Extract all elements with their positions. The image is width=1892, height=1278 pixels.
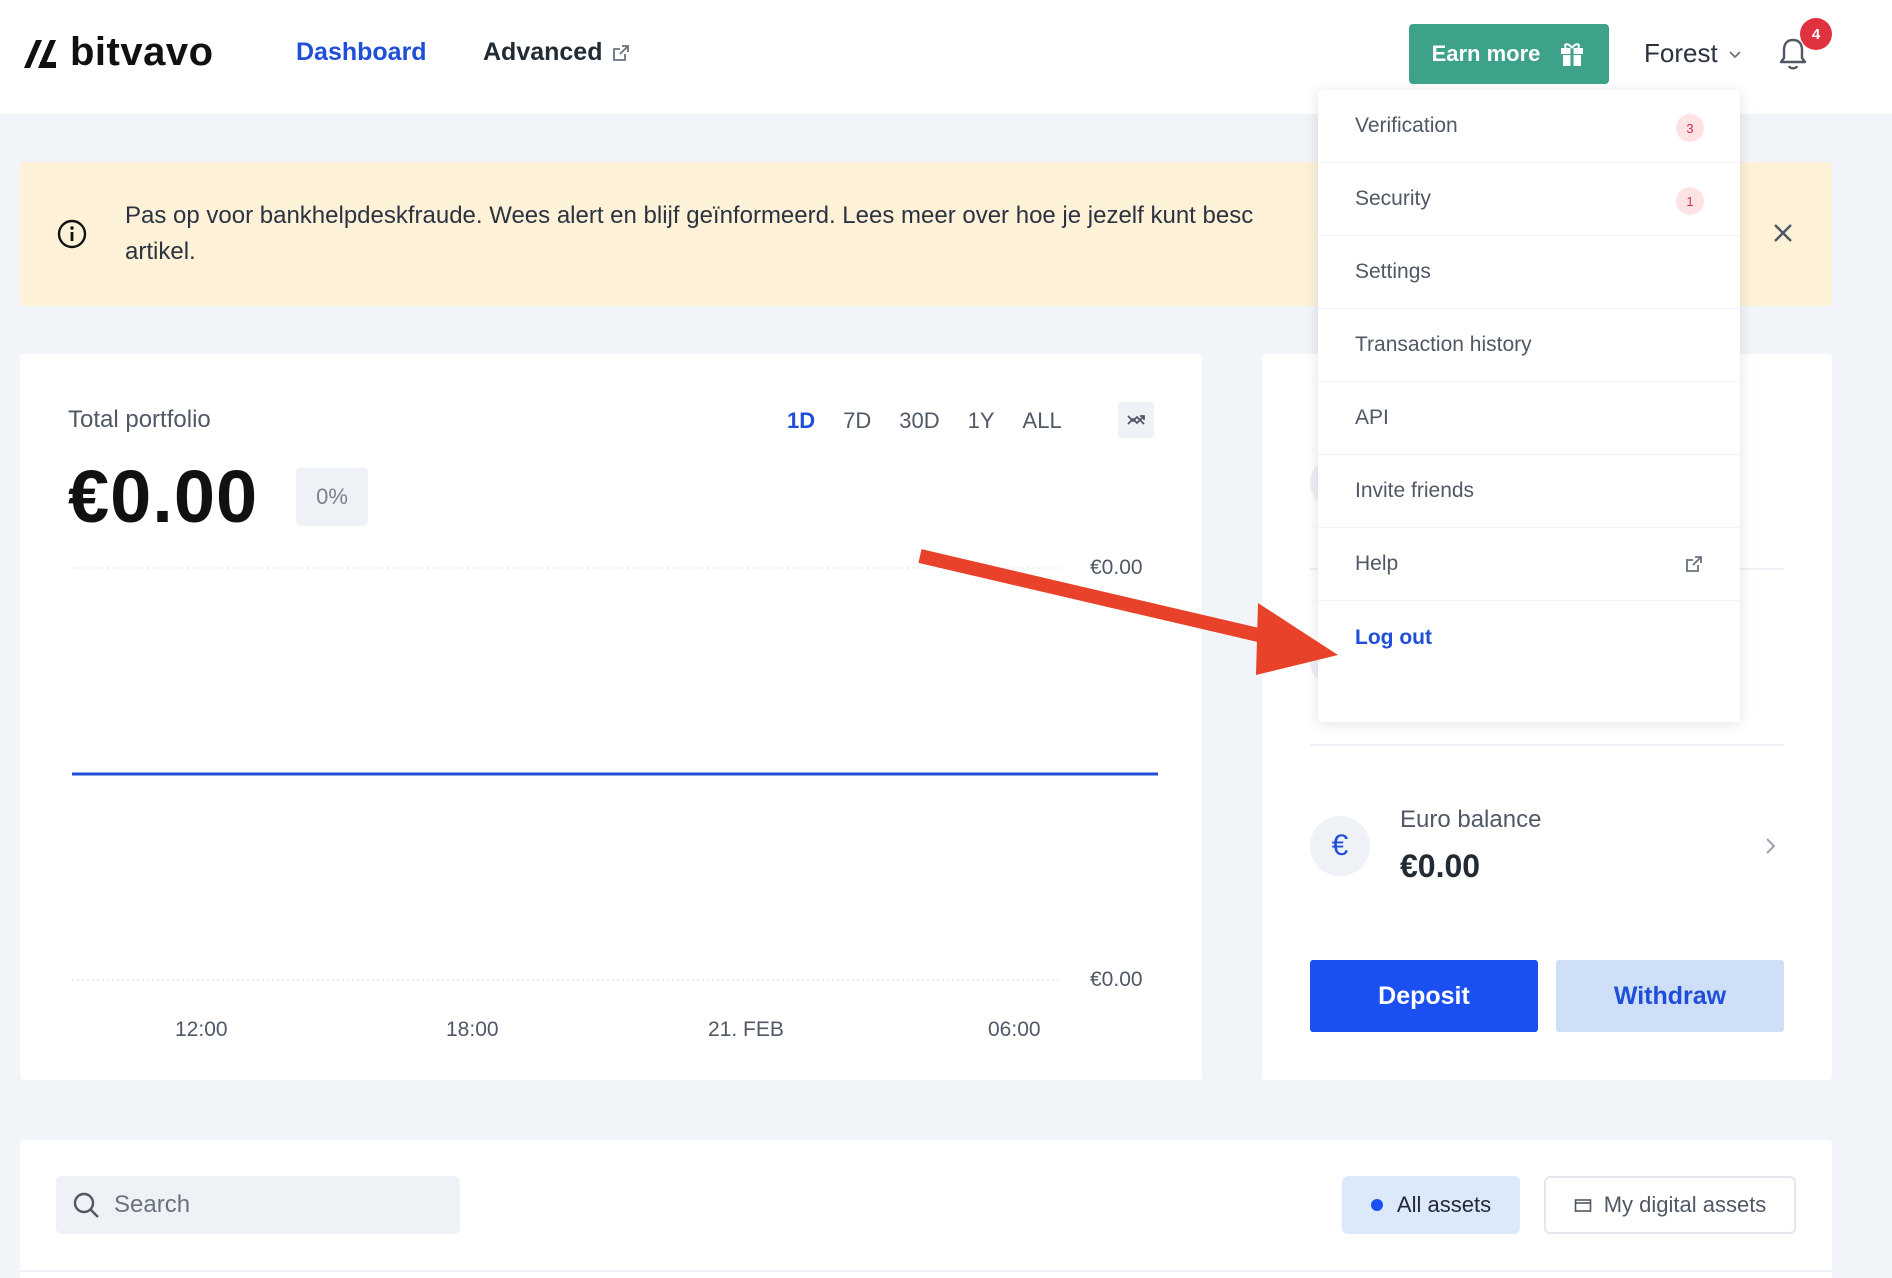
- banner-line-1: Pas op voor bankhelpdeskfraude. Wees ale…: [125, 202, 1254, 229]
- euro-icon: €: [1310, 816, 1370, 876]
- menu-item-label: Settings: [1355, 260, 1431, 283]
- chevron-right-icon[interactable]: [1764, 834, 1778, 858]
- chart-x-tick: 06:00: [988, 1018, 1041, 1041]
- menu-item-label: Security: [1355, 187, 1431, 210]
- chart-x-tick: 18:00: [446, 1018, 499, 1041]
- assets-divider: [20, 1270, 1832, 1272]
- menu-item-label: Invite friends: [1355, 479, 1475, 502]
- user-name: Forest: [1644, 38, 1718, 68]
- user-dropdown-menu: Verification 3 Security 1 Settings Trans…: [1318, 90, 1740, 722]
- notification-count-badge: 4: [1800, 18, 1832, 50]
- close-icon[interactable]: [1768, 218, 1798, 248]
- bitvavo-logo[interactable]: bitvavo: [22, 30, 214, 75]
- chart-y-tick-top: €0.00: [1090, 556, 1143, 579]
- balance-divider: [1310, 744, 1784, 746]
- earn-more-label: Earn more: [1431, 41, 1541, 66]
- search-placeholder: Search: [114, 1191, 191, 1218]
- withdraw-button[interactable]: Withdraw: [1556, 960, 1784, 1032]
- nav-advanced[interactable]: Advanced: [483, 38, 630, 67]
- menu-item-label: Verification: [1355, 114, 1458, 137]
- gift-icon: [1561, 43, 1584, 66]
- search-icon: [73, 1192, 99, 1218]
- banner-message: Pas op voor bankhelpdeskfraude. Wees ale…: [125, 198, 1365, 270]
- menu-item-security[interactable]: Security 1: [1318, 163, 1740, 236]
- portfolio-chart: [72, 567, 1158, 981]
- nav-advanced-label: Advanced: [483, 38, 603, 66]
- bitvavo-logo-icon: [24, 39, 56, 68]
- search-input[interactable]: Search: [56, 1176, 460, 1234]
- chart-y-tick-bottom: €0.00: [1090, 968, 1143, 991]
- assets-card: Search All assets My digital assets: [20, 1140, 1832, 1278]
- filter-all-label: All assets: [1396, 1192, 1492, 1217]
- menu-item-log-out[interactable]: Log out: [1318, 601, 1740, 674]
- info-icon: [57, 219, 87, 249]
- deposit-button[interactable]: Deposit: [1310, 960, 1538, 1032]
- menu-item-verification[interactable]: Verification 3: [1318, 90, 1740, 163]
- menu-item-label: API: [1355, 406, 1389, 429]
- filter-mine-label: My digital assets: [1603, 1192, 1767, 1217]
- menu-item-invite-friends[interactable]: Invite friends: [1318, 455, 1740, 528]
- logo-text: bitvavo: [70, 30, 214, 74]
- user-menu-toggle[interactable]: Forest: [1644, 38, 1742, 69]
- menu-item-help[interactable]: Help: [1318, 528, 1740, 601]
- active-dot-icon: [1370, 1199, 1383, 1211]
- security-count-badge: 1: [1676, 187, 1704, 215]
- chevron-down-icon: [1729, 50, 1741, 58]
- earn-more-button[interactable]: Earn more: [1409, 24, 1609, 84]
- filter-all-assets[interactable]: All assets: [1342, 1176, 1520, 1234]
- chart-x-tick: 12:00: [175, 1018, 228, 1041]
- external-link-icon: [1686, 556, 1702, 572]
- menu-item-label: Help: [1355, 552, 1399, 575]
- chart-x-tick: 21. FEB: [708, 1018, 784, 1041]
- menu-item-label: Log out: [1355, 625, 1432, 649]
- portfolio-card: Total portfolio €0.00 0% 1D 7D 30D 1Y AL…: [20, 354, 1202, 1080]
- menu-item-api[interactable]: API: [1318, 382, 1740, 455]
- external-link-icon: [613, 44, 630, 61]
- euro-balance-value: €0.00: [1400, 848, 1481, 884]
- banner-line-2[interactable]: artikel.: [125, 234, 1365, 270]
- verification-count-badge: 3: [1676, 114, 1704, 142]
- nav-dashboard[interactable]: Dashboard: [296, 38, 427, 67]
- wallet-icon: [1574, 1199, 1591, 1212]
- filter-my-digital-assets[interactable]: My digital assets: [1544, 1176, 1796, 1234]
- menu-item-settings[interactable]: Settings: [1318, 236, 1740, 309]
- menu-item-transaction-history[interactable]: Transaction history: [1318, 309, 1740, 382]
- euro-balance-label: Euro balance: [1400, 806, 1542, 833]
- menu-item-label: Transaction history: [1355, 333, 1532, 356]
